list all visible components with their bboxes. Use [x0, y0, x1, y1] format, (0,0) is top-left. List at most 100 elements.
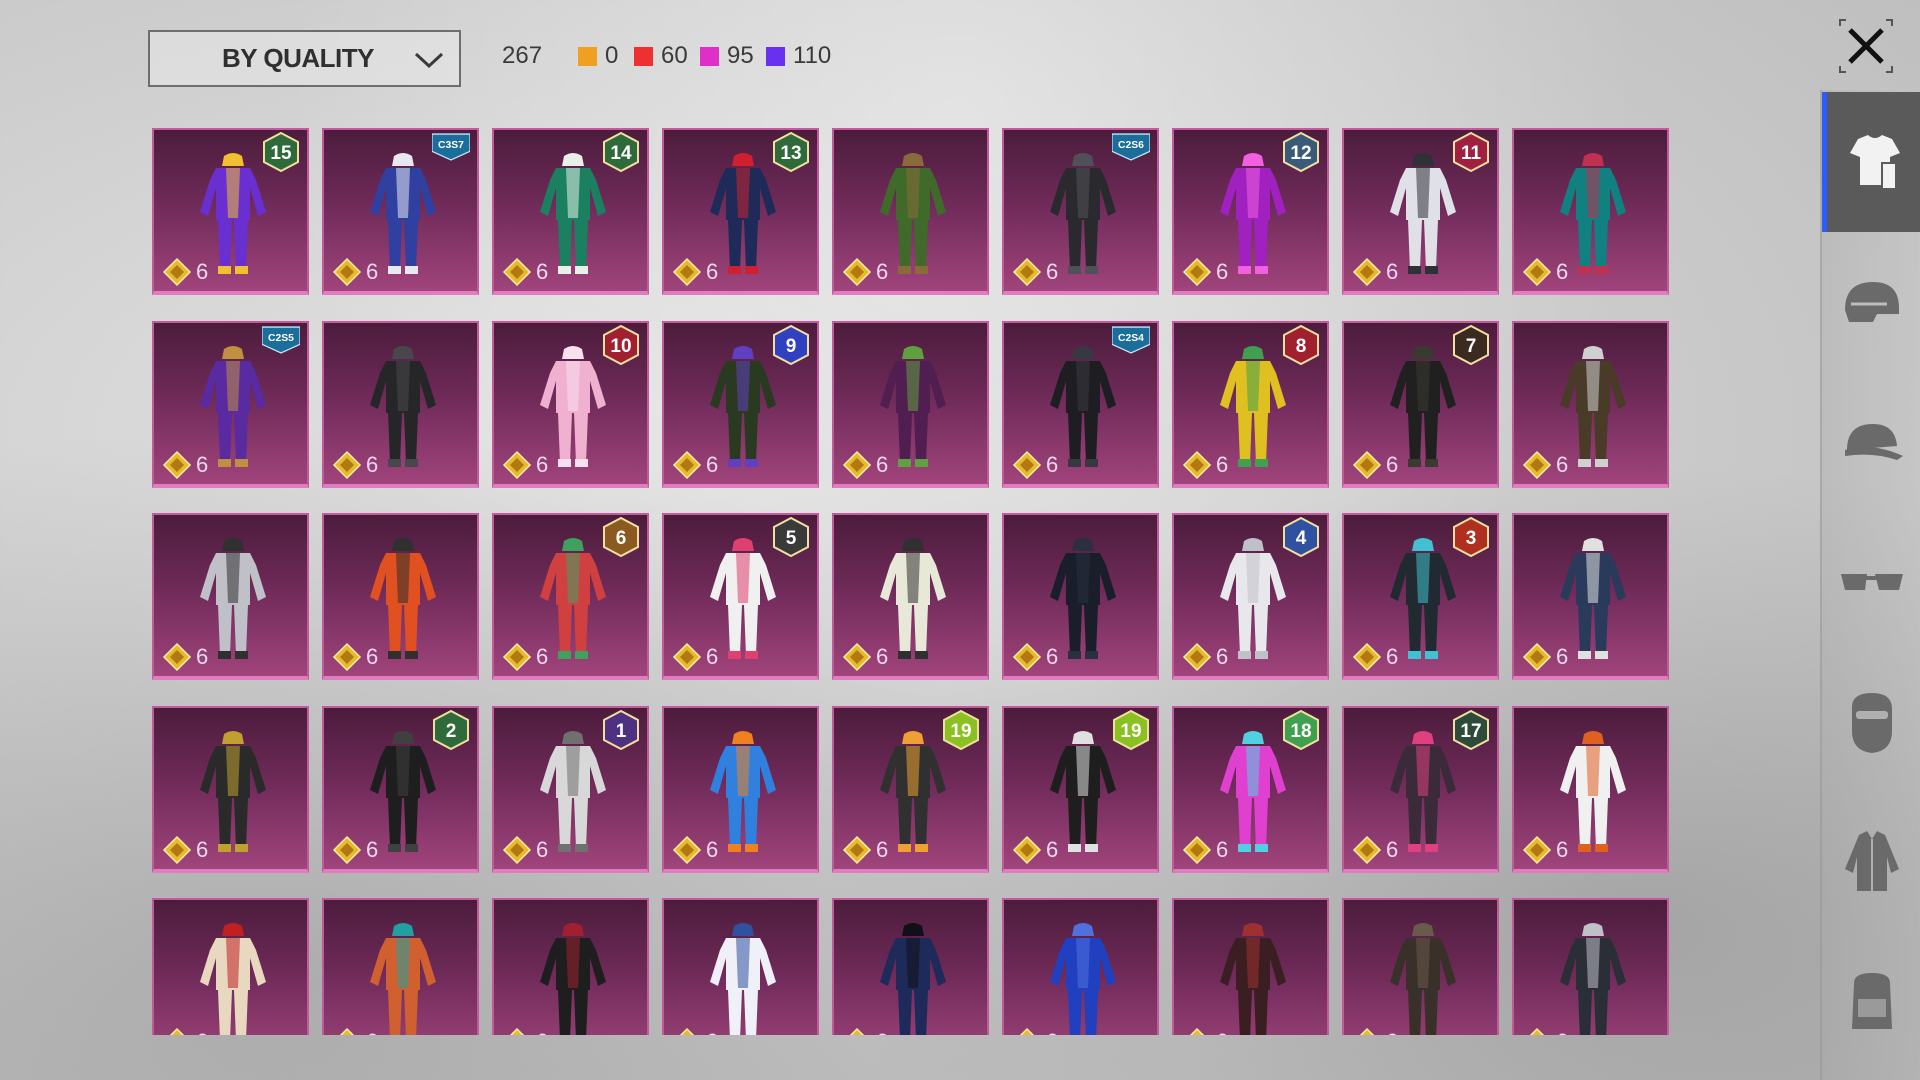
item-price: 6 — [1522, 1027, 1568, 1035]
badge-label: 14 — [610, 143, 632, 164]
level-badge: 19 — [1113, 710, 1149, 750]
outfit-card[interactable]: 6 — [662, 898, 819, 1035]
level-badge: 1 — [603, 710, 639, 750]
outfit-card[interactable]: 6 — [492, 898, 649, 1035]
outfit-card[interactable]: 19 6 — [1002, 706, 1159, 873]
coin-icon — [502, 450, 532, 480]
outfit-card[interactable]: 19 6 — [832, 706, 989, 873]
quality-swatch — [578, 46, 597, 66]
coin-icon — [1012, 450, 1042, 480]
outfit-card[interactable]: 6 — [1512, 128, 1669, 295]
coin-icon — [842, 450, 872, 480]
price-value: 6 — [1386, 644, 1399, 669]
outfit-card[interactable]: 18 6 — [1172, 706, 1329, 873]
outfit-card[interactable]: 56 — [662, 513, 819, 680]
item-price: 6 — [672, 642, 718, 672]
outfit-card[interactable]: 17 6 — [1342, 706, 1499, 873]
item-price: 6 — [502, 450, 548, 480]
category-jacket[interactable] — [1822, 792, 1920, 932]
total-count: 267 — [502, 42, 543, 69]
coin-icon — [1182, 450, 1212, 480]
badge-label: 5 — [786, 528, 797, 549]
outfit-card[interactable]: 15 6 — [152, 128, 309, 295]
coin-icon — [842, 642, 872, 672]
category-backpack[interactable] — [1822, 932, 1920, 1072]
item-price: 6 — [332, 642, 378, 672]
item-price: 6 — [502, 835, 548, 865]
category-helmet[interactable] — [1822, 232, 1920, 372]
outfit-card[interactable]: C2S4 6 — [1002, 321, 1159, 488]
coin-icon — [1522, 450, 1552, 480]
outfit-card[interactable]: 86 — [1172, 321, 1329, 488]
level-badge: 10 — [603, 325, 639, 365]
coin-icon — [162, 835, 192, 865]
outfit-card[interactable]: 76 — [1342, 321, 1499, 488]
outfit-card[interactable]: 6 — [152, 898, 309, 1035]
outfit-card[interactable]: 6 — [1342, 898, 1499, 1035]
coin-icon — [1522, 257, 1552, 287]
outfit-card[interactable]: C3S7 6 — [322, 128, 479, 295]
outfit-card[interactable]: 6 — [832, 513, 989, 680]
price-value: 6 — [706, 1029, 718, 1035]
outfit-card[interactable]: 6 — [1002, 898, 1159, 1035]
item-price: 6 — [502, 1027, 548, 1035]
outfit-card[interactable]: C2S6 6 — [1002, 128, 1159, 295]
level-badge: 8 — [1283, 325, 1319, 365]
price-value: 6 — [366, 644, 379, 669]
outfit-card[interactable]: 6 — [1512, 706, 1669, 873]
outfit-card[interactable]: C2S5 6 — [152, 321, 309, 488]
item-price: 6 — [162, 450, 208, 480]
outfit-card[interactable]: 6 — [1512, 898, 1669, 1035]
price-value: 6 — [706, 259, 719, 284]
outfit-card[interactable]: 13 6 — [662, 128, 819, 295]
quality-stat-rare: 110 — [766, 42, 831, 70]
outfit-preview — [540, 923, 606, 1035]
item-price: 6 — [1182, 1027, 1228, 1035]
price-value: 6 — [706, 452, 719, 477]
outfit-card[interactable]: 6 — [152, 513, 309, 680]
season-badge: C2S6 — [1112, 133, 1150, 161]
price-value: 6 — [876, 644, 889, 669]
sort-dropdown[interactable]: BY QUALITY — [148, 30, 461, 87]
item-grid: 15 6 C3S7 6 14 6 13 6 6 C2S6 6 12 6 11 6 6 C2S5 6 6 10 6 9 6 6 C… — [152, 128, 1670, 1035]
outfit-card[interactable]: 36 — [1342, 513, 1499, 680]
outfit-card[interactable]: 6 — [1172, 898, 1329, 1035]
outfit-card[interactable]: 11 6 — [1342, 128, 1499, 295]
outfit-card[interactable]: 16 — [492, 706, 649, 873]
outfit-card[interactable]: 26 — [322, 706, 479, 873]
quality-count: 60 — [661, 42, 688, 69]
outfit-card[interactable]: 6 — [322, 898, 479, 1035]
item-price: 6 — [502, 642, 548, 672]
category-cap[interactable] — [1822, 372, 1920, 512]
coin-icon — [502, 642, 532, 672]
glasses-icon — [1841, 574, 1903, 590]
outfit-card[interactable]: 6 — [1512, 321, 1669, 488]
quality-count: 95 — [727, 42, 754, 69]
outfit-card[interactable]: 10 6 — [492, 321, 649, 488]
item-price: 6 — [1352, 835, 1398, 865]
outfit-preview — [1050, 923, 1116, 1035]
outfit-card[interactable]: 6 — [832, 128, 989, 295]
close-button[interactable] — [1836, 16, 1896, 76]
outfit-card[interactable]: 6 — [1002, 513, 1159, 680]
outfit-card[interactable]: 6 — [832, 898, 989, 1035]
outfit-card[interactable]: 6 — [322, 321, 479, 488]
outfit-card[interactable]: 6 — [832, 321, 989, 488]
outfit-card[interactable]: 66 — [492, 513, 649, 680]
coin-icon — [1352, 835, 1382, 865]
outfit-card[interactable]: 14 6 — [492, 128, 649, 295]
category-mask[interactable] — [1822, 652, 1920, 792]
outfit-card[interactable]: 46 — [1172, 513, 1329, 680]
outfit-card[interactable]: 12 6 — [1172, 128, 1329, 295]
outfit-card[interactable]: 6 — [152, 706, 309, 873]
badge-label: 12 — [1290, 143, 1311, 164]
category-glasses[interactable] — [1822, 512, 1920, 652]
category-outfit[interactable] — [1822, 92, 1920, 232]
outfit-card[interactable]: 6 — [1512, 513, 1669, 680]
coin-icon — [169, 1027, 185, 1035]
outfit-card[interactable]: 6 — [322, 513, 479, 680]
coin-icon — [509, 1027, 525, 1035]
outfit-card[interactable]: 96 — [662, 321, 819, 488]
outfit-card[interactable]: 6 — [662, 706, 819, 873]
item-price: 6 — [1352, 257, 1398, 287]
